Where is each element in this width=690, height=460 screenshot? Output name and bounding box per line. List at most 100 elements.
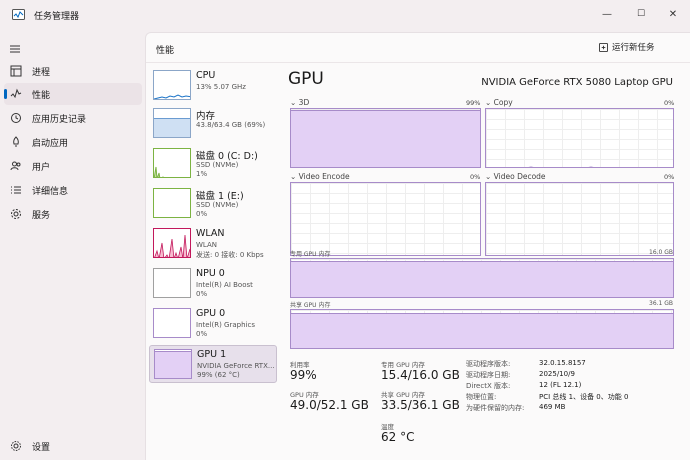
sidebar-item-details[interactable]: 详细信息	[4, 179, 142, 201]
reserved-memory-key: 为硬件保留的内存:	[466, 404, 525, 412]
graph-grid	[486, 183, 673, 255]
disk0-mini-graph	[154, 166, 164, 177]
device-wlan[interactable]: WLAN WLAN 发送: 0 接收: 0 Kbps	[149, 225, 277, 263]
device-name: 内存	[196, 111, 216, 122]
device-name: WLAN	[196, 228, 225, 239]
services-icon	[11, 209, 21, 219]
directx-key: DirectX 版本:	[466, 382, 511, 390]
device-npu-0[interactable]: NPU 0 Intel(R) AI Boost 0%	[149, 265, 277, 303]
shared-memory-label: 共享 GPU 内存	[290, 302, 331, 309]
device-gpu-1[interactable]: GPU 1 NVIDIA GeForce RTX... 99% (62 °C)	[149, 345, 277, 383]
engine-3d-percent: 99%	[466, 99, 481, 107]
shared-memory-graph	[290, 309, 674, 349]
temperature-value: 62 °C	[381, 430, 415, 444]
device-memory[interactable]: 内存 43.8/63.4 GB (69%)	[149, 105, 277, 143]
device-usage: 0%	[196, 290, 208, 298]
physical-location-key: 物理位置:	[466, 393, 497, 401]
driver-version-value: 32.0.15.8157	[539, 359, 586, 367]
device-detail: Intel(R) Graphics	[196, 321, 255, 329]
maximize-button[interactable]: ☐	[630, 5, 652, 23]
sidebar-item-label: 服务	[32, 210, 51, 221]
gpu1-mini-fill	[155, 350, 191, 378]
engine-encode-selector[interactable]: ⌄ Video Encode	[290, 172, 350, 181]
physical-location-value: PCI 总线 1、设备 0、功能 0	[539, 393, 629, 401]
reserved-memory-value: 469 MB	[539, 403, 566, 411]
engine-decode-percent: 0%	[664, 173, 675, 181]
sidebar-item-label: 用户	[32, 162, 51, 173]
sidebar-item-app-history[interactable]: 应用历史记录	[4, 107, 142, 129]
sidebar-item-startup-apps[interactable]: 启动应用	[4, 131, 142, 153]
engine-encode-graph	[290, 182, 481, 256]
close-button[interactable]: ✕	[662, 5, 684, 23]
performance-icon	[10, 88, 22, 99]
device-name: GPU 1	[197, 349, 227, 360]
window-title: 任务管理器	[34, 12, 80, 22]
history-icon	[11, 113, 21, 123]
wlan-thumbnail	[153, 228, 191, 258]
disk1-thumbnail	[153, 188, 191, 218]
device-name: CPU	[196, 70, 216, 81]
sidebar-item-settings[interactable]: 设置	[4, 435, 142, 457]
engine-decode-graph	[485, 182, 674, 256]
hamburger-menu-button[interactable]	[4, 38, 26, 60]
sidebar-item-label: 应用历史记录	[32, 114, 87, 125]
device-name: NPU 0	[196, 268, 225, 279]
shared-memory-max: 36.1 GB	[649, 300, 674, 307]
utilization-value: 99%	[290, 368, 317, 382]
device-disk-1[interactable]: 磁盘 1 (E:) SSD (NVMe) 0%	[149, 185, 277, 223]
run-new-task-button[interactable]: 运行新任务	[599, 41, 655, 53]
hamburger-icon	[10, 45, 20, 53]
device-disk-0[interactable]: 磁盘 0 (C: D:) SSD (NVMe) 1%	[149, 145, 277, 183]
memory-thumbnail	[153, 108, 191, 138]
dedicated-memory-fill	[291, 260, 673, 297]
sidebar-item-services[interactable]: 服务	[4, 203, 142, 225]
wlan-mini-graph	[154, 234, 190, 257]
device-detail: 13% 5.07 GHz	[196, 83, 246, 91]
engine-decode-selector[interactable]: ⌄ Video Decode	[485, 172, 546, 181]
device-detail: Intel(R) AI Boost	[196, 281, 253, 289]
sidebar-item-processes[interactable]: 进程	[4, 60, 142, 82]
run-task-icon	[599, 42, 608, 52]
dedicated-memory-label: 专用 GPU 内存	[290, 251, 331, 258]
gear-icon	[11, 441, 21, 451]
device-name: GPU 0	[196, 308, 226, 319]
cpu-mini-graph	[154, 94, 190, 99]
gpu-heading: GPU	[288, 69, 324, 89]
device-cpu[interactable]: CPU 13% 5.07 GHz	[149, 67, 277, 105]
dedicated-memory-max: 16.0 GB	[649, 249, 674, 256]
engine-copy-line	[528, 166, 594, 167]
shared-stat-value: 33.5/36.1 GB	[381, 398, 460, 412]
device-detail: NVIDIA GeForce RTX...	[197, 362, 275, 370]
driver-version-key: 驱动程序版本:	[466, 360, 511, 368]
device-detail: 43.8/63.4 GB (69%)	[196, 121, 266, 129]
dedicated-memory-graph	[290, 258, 674, 298]
engine-3d-selector[interactable]: ⌄ 3D	[290, 98, 309, 107]
engine-copy-percent: 0%	[664, 99, 675, 107]
graph-grid	[291, 183, 480, 255]
shared-memory-fill	[291, 312, 673, 348]
minimize-button[interactable]: —	[596, 5, 618, 23]
sidebar-item-label: 设置	[32, 442, 51, 453]
run-new-task-label: 运行新任务	[612, 43, 655, 53]
sidebar-item-users[interactable]: 用户	[4, 155, 142, 177]
directx-value: 12 (FL 12.1)	[539, 381, 582, 389]
device-usage: 发送: 0 接收: 0 Kbps	[196, 251, 264, 259]
startup-icon	[13, 136, 19, 147]
gpu-details: GPU NVIDIA GeForce RTX 5080 Laptop GPU ⌄…	[288, 69, 688, 460]
cpu-thumbnail	[153, 70, 191, 100]
device-detail: WLAN	[196, 241, 218, 249]
engine-copy-selector[interactable]: ⌄ Copy	[485, 98, 513, 107]
sidebar-item-label: 性能	[32, 90, 51, 101]
device-gpu-0[interactable]: GPU 0 Intel(R) Graphics 0%	[149, 305, 277, 343]
sidebar-item-label: 启动应用	[32, 138, 69, 149]
device-name: 磁盘 1 (E:)	[196, 191, 244, 202]
disk0-thumbnail	[153, 148, 191, 178]
title-bar: 任务管理器 — ☐ ✕	[0, 0, 690, 30]
device-usage: 1%	[196, 170, 208, 178]
sidebar-item-label: 进程	[32, 67, 51, 78]
gpu0-thumbnail	[153, 308, 191, 338]
sidebar-item-performance[interactable]: 性能	[4, 83, 142, 105]
device-list: CPU 13% 5.07 GHz 内存 43.8/63.4 GB (69%) 磁…	[146, 67, 281, 460]
main-header: 性能 运行新任务	[146, 33, 690, 63]
dedicated-stat-value: 15.4/16.0 GB	[381, 368, 460, 382]
